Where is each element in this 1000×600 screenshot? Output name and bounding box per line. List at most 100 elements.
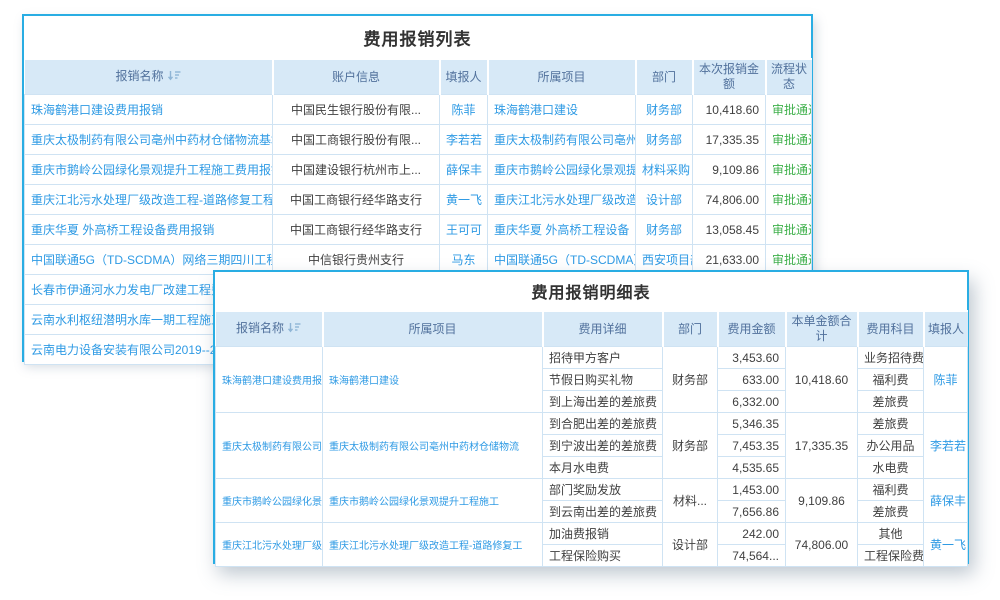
reimburse-name-link[interactable]: 重庆华夏 外高桥工程设备费用报销 xyxy=(25,215,273,245)
status-badge: 审批通过 xyxy=(766,95,812,125)
col-header-status: 流程状态 xyxy=(766,59,812,95)
reporter-link[interactable]: 李若若 xyxy=(440,125,488,155)
status-badge: 审批通过 xyxy=(766,155,812,185)
col-header-detail: 费用详细 xyxy=(543,311,663,347)
col-header-dept: 部门 xyxy=(663,311,718,347)
account-cell: 中国工商银行经华路支行 xyxy=(273,215,440,245)
project-link[interactable]: 重庆市鹅岭公园绿化景观提升工程施工 xyxy=(323,479,543,523)
category-cell: 福利费 xyxy=(858,479,924,501)
col-header-dept: 部门 xyxy=(636,59,693,95)
amount-cell: 10,418.60 xyxy=(693,95,766,125)
category-cell: 差旅费 xyxy=(858,391,924,413)
dept-cell: 财务部 xyxy=(663,413,718,479)
dept-link[interactable]: 设计部 xyxy=(636,185,693,215)
expense-row: 重庆江北污水处理厂级改造工程-道路修复工程费用... 中国工商银行经华路支行 黄… xyxy=(25,185,812,215)
expense-detail-table: 报销名称 所属项目 费用详细 部门 费用金额 本单金额合计 费用科目 填报人 珠… xyxy=(215,310,968,567)
dept-cell: 设计部 xyxy=(663,523,718,567)
detail-cell: 工程保险购买 xyxy=(543,545,663,567)
account-cell: 中国工商银行经华路支行 xyxy=(273,185,440,215)
col-header-project: 所属项目 xyxy=(488,59,636,95)
detail-cell: 部门奖励发放 xyxy=(543,479,663,501)
expense-row: 重庆市鹅岭公园绿化景观提升工程施工费用报销 中国建设银行杭州市上... 薛保丰 … xyxy=(25,155,812,185)
detail-row: 重庆市鹅岭公园绿化景观提升工程 重庆市鹅岭公园绿化景观提升工程施工 部门奖励发放… xyxy=(216,479,968,501)
dept-link[interactable]: 材料采购 xyxy=(636,155,693,185)
category-cell: 业务招待费 xyxy=(858,347,924,369)
sort-amount-icon[interactable] xyxy=(168,70,181,85)
total-cell: 10,418.60 xyxy=(786,347,858,413)
dept-link[interactable]: 财务部 xyxy=(636,95,693,125)
total-cell: 17,335.35 xyxy=(786,413,858,479)
detail-cell: 到宁波出差的差旅费 xyxy=(543,435,663,457)
expense-detail-header-row: 报销名称 所属项目 费用详细 部门 费用金额 本单金额合计 费用科目 填报人 xyxy=(216,311,968,347)
detail-cell: 招待甲方客户 xyxy=(543,347,663,369)
status-badge: 审批通过 xyxy=(766,185,812,215)
project-link[interactable]: 重庆市鹅岭公园绿化景观提升... xyxy=(488,155,636,185)
expense-detail-card: 费用报销明细表 报销名称 所属项目 费用详细 部门 费用金额 本单金额合计 费用… xyxy=(213,270,969,564)
status-badge: 审批通过 xyxy=(766,215,812,245)
category-cell: 工程保险费 xyxy=(858,545,924,567)
account-cell: 中国民生银行股份有限... xyxy=(273,95,440,125)
col-header-reporter: 填报人 xyxy=(924,311,968,347)
amount-cell: 7,656.86 xyxy=(718,501,786,523)
expense-list-header-row: 报销名称 账户信息 填报人 所属项目 部门 本次报销金额 流程状态 xyxy=(25,59,812,95)
detail-cell: 到上海出差的差旅费 xyxy=(543,391,663,413)
project-link[interactable]: 重庆太极制药有限公司亳州中药材仓储物流 xyxy=(323,413,543,479)
col-header-reimburse-name[interactable]: 报销名称 xyxy=(216,311,323,347)
dept-link[interactable]: 财务部 xyxy=(636,125,693,155)
project-link[interactable]: 重庆江北污水处理厂级改造工程-道路修复工 xyxy=(323,523,543,567)
category-cell: 福利费 xyxy=(858,369,924,391)
project-link[interactable]: 重庆太极制药有限公司亳州中... xyxy=(488,125,636,155)
project-link[interactable]: 重庆华夏 外高桥工程设备 xyxy=(488,215,636,245)
category-cell: 差旅费 xyxy=(858,413,924,435)
project-link[interactable]: 珠海鹤港口建设 xyxy=(488,95,636,125)
detail-cell: 节假日购买礼物 xyxy=(543,369,663,391)
category-cell: 水电费 xyxy=(858,457,924,479)
reimburse-name-link[interactable]: 重庆江北污水处理厂级改造工程-道路修复工程费用... xyxy=(25,185,273,215)
reimburse-name-link[interactable]: 重庆江北污水处理厂级改造工程- xyxy=(216,523,323,567)
amount-cell: 633.00 xyxy=(718,369,786,391)
reporter-link[interactable]: 薛保丰 xyxy=(440,155,488,185)
sort-amount-icon[interactable] xyxy=(288,322,301,337)
detail-cell: 到云南出差的差旅费 xyxy=(543,501,663,523)
dept-cell: 财务部 xyxy=(663,347,718,413)
reporter-link[interactable]: 陈菲 xyxy=(440,95,488,125)
total-cell: 9,109.86 xyxy=(786,479,858,523)
reporter-link[interactable]: 李若若 xyxy=(924,413,968,479)
dept-link[interactable]: 财务部 xyxy=(636,215,693,245)
reporter-link[interactable]: 黄一飞 xyxy=(440,185,488,215)
detail-cell: 本月水电费 xyxy=(543,457,663,479)
amount-cell: 5,346.35 xyxy=(718,413,786,435)
col-header-category: 费用科目 xyxy=(858,311,924,347)
reimburse-name-link[interactable]: 珠海鹤港口建设费用报销 xyxy=(25,95,273,125)
amount-cell: 9,109.86 xyxy=(693,155,766,185)
project-link[interactable]: 重庆江北污水处理厂级改造工... xyxy=(488,185,636,215)
reimburse-name-link[interactable]: 重庆市鹅岭公园绿化景观提升工程施工费用报销 xyxy=(25,155,273,185)
category-cell: 办公用品 xyxy=(858,435,924,457)
account-cell: 中国工商银行股份有限... xyxy=(273,125,440,155)
amount-cell: 242.00 xyxy=(718,523,786,545)
col-header-project: 所属项目 xyxy=(323,311,543,347)
reimburse-name-link[interactable]: 重庆太极制药有限公司亳州中药材仓储物流基地项... xyxy=(25,125,273,155)
reporter-link[interactable]: 陈菲 xyxy=(924,347,968,413)
reimburse-name-link[interactable]: 珠海鹤港口建设费用报销 xyxy=(216,347,323,413)
detail-row: 重庆江北污水处理厂级改造工程- 重庆江北污水处理厂级改造工程-道路修复工 加油费… xyxy=(216,523,968,545)
reimburse-name-link[interactable]: 重庆太极制药有限公司亳州中药材 xyxy=(216,413,323,479)
amount-cell: 74,806.00 xyxy=(693,185,766,215)
col-header-total: 本单金额合计 xyxy=(786,311,858,347)
col-header-amount: 本次报销金额 xyxy=(693,59,766,95)
project-link[interactable]: 珠海鹤港口建设 xyxy=(323,347,543,413)
category-cell: 差旅费 xyxy=(858,501,924,523)
total-cell: 74,806.00 xyxy=(786,523,858,567)
reimburse-name-link[interactable]: 重庆市鹅岭公园绿化景观提升工程 xyxy=(216,479,323,523)
col-header-reimburse-name[interactable]: 报销名称 xyxy=(25,59,273,95)
col-header-account: 账户信息 xyxy=(273,59,440,95)
dept-cell: 材料... xyxy=(663,479,718,523)
expense-row: 重庆太极制药有限公司亳州中药材仓储物流基地项... 中国工商银行股份有限... … xyxy=(25,125,812,155)
amount-cell: 6,332.00 xyxy=(718,391,786,413)
amount-cell: 17,335.35 xyxy=(693,125,766,155)
reporter-link[interactable]: 薛保丰 xyxy=(924,479,968,523)
amount-cell: 1,453.00 xyxy=(718,479,786,501)
amount-cell: 13,058.45 xyxy=(693,215,766,245)
reporter-link[interactable]: 黄一飞 xyxy=(924,523,968,567)
reporter-link[interactable]: 王可可 xyxy=(440,215,488,245)
